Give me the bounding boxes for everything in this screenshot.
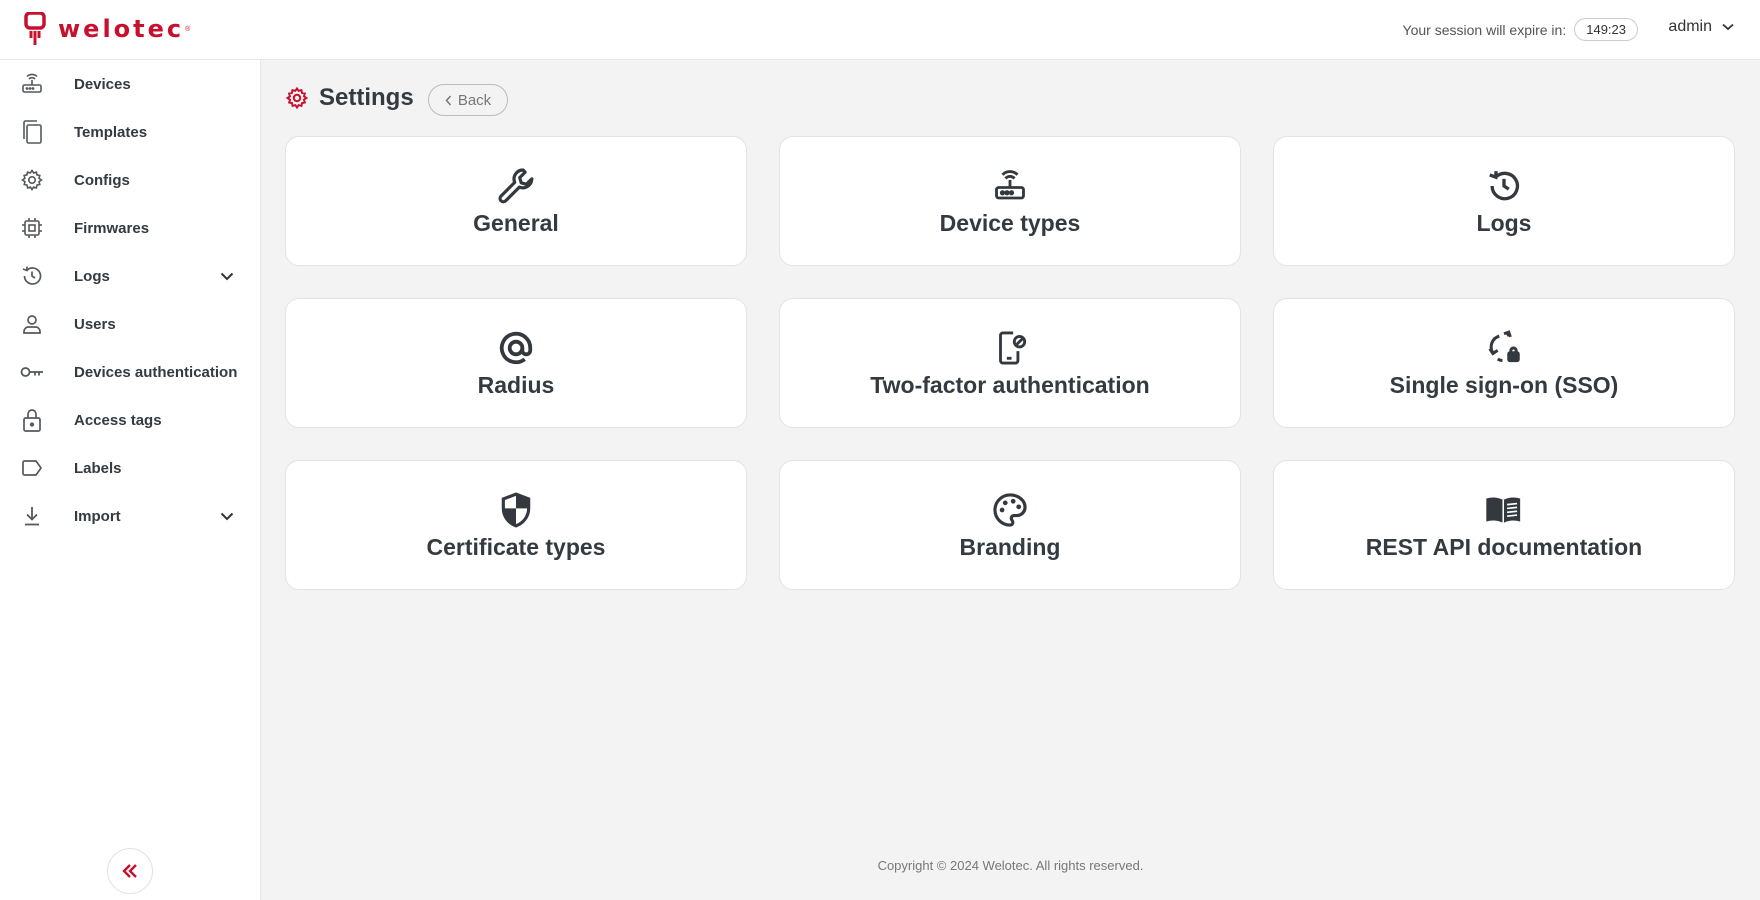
chevron-down-icon[interactable] [220, 512, 234, 521]
settings-card-radius[interactable]: Radius [285, 298, 747, 428]
session-timer: 149:23 [1574, 18, 1638, 41]
phone-lock-icon [990, 328, 1030, 368]
settings-card-branding[interactable]: Branding [779, 460, 1241, 590]
card-label: Two-factor authentication [870, 371, 1150, 398]
label-icon [18, 454, 46, 482]
double-chevron-left-icon [122, 864, 137, 878]
sidebar: Devices Templates Configs Firmwares Logs… [0, 60, 261, 900]
settings-card-certificate-types[interactable]: Certificate types [285, 460, 747, 590]
settings-card-general[interactable]: General [285, 136, 747, 266]
card-label: Device types [939, 209, 1081, 236]
card-label: Logs [1476, 209, 1532, 236]
wrench-icon [496, 166, 536, 206]
chip-icon [18, 214, 46, 242]
page-header: Settings [285, 84, 414, 112]
card-label: Radius [477, 371, 555, 398]
sync-lock-icon [1484, 328, 1524, 368]
card-label: REST API documentation [1365, 533, 1643, 560]
sidebar-item-label: Devices authentication [74, 363, 238, 381]
card-label: Single sign-on (SSO) [1389, 371, 1619, 398]
chevron-left-icon [445, 95, 451, 105]
router-icon [18, 70, 46, 98]
user-name: admin [1668, 18, 1712, 35]
user-menu[interactable]: admin [1668, 18, 1734, 36]
collapse-sidebar-button[interactable] [107, 848, 153, 894]
back-button-label: Back [457, 91, 492, 109]
chevron-down-icon [1722, 23, 1734, 31]
sidebar-item-import[interactable]: Import [0, 494, 260, 538]
back-button[interactable]: Back [428, 84, 508, 116]
page-title: Settings [319, 84, 414, 111]
sidebar-item-label: Templates [74, 123, 148, 141]
sidebar-item-label: Configs [74, 171, 130, 189]
sidebar-item-devices-authentication[interactable]: Devices authentication [0, 350, 260, 394]
sidebar-item-templates[interactable]: Templates [0, 110, 260, 154]
session-label: Your session will expire in: [1402, 21, 1567, 38]
settings-card-single-sign-on[interactable]: Single sign-on (SSO) [1273, 298, 1735, 428]
key-icon [18, 358, 46, 386]
palette-icon [990, 490, 1030, 530]
brand-name: welotec [58, 15, 185, 43]
at-sign-icon [496, 328, 536, 368]
lock-icon [18, 406, 46, 434]
chevron-down-icon[interactable] [220, 272, 234, 281]
history-icon [1484, 166, 1524, 206]
top-bar: welotec ® Your session will expire in: 14… [0, 0, 1760, 60]
sidebar-item-label: Import [74, 507, 121, 525]
history-icon [18, 262, 46, 290]
sidebar-item-label: Access tags [74, 411, 162, 429]
gear-icon [285, 86, 309, 110]
footer-copyright: Copyright © 2024 Welotec. All rights res… [877, 858, 1144, 873]
sidebar-item-label: Logs [74, 267, 110, 285]
sidebar-item-firmwares[interactable]: Firmwares [0, 206, 260, 250]
user-icon [18, 310, 46, 338]
brand-logo[interactable]: welotec ® [24, 12, 190, 46]
card-label: Certificate types [426, 533, 606, 560]
main-content: Settings Back General Device types Logs … [261, 60, 1760, 900]
sidebar-item-label: Users [74, 315, 116, 333]
settings-card-two-factor-authentication[interactable]: Two-factor authentication [779, 298, 1241, 428]
copy-icon [18, 118, 46, 146]
shield-icon [496, 490, 536, 530]
settings-card-device-types[interactable]: Device types [779, 136, 1241, 266]
welotec-logo-icon [24, 12, 46, 45]
sidebar-item-configs[interactable]: Configs [0, 158, 260, 202]
session-info: Your session will expire in: 149:23 [1403, 18, 1638, 41]
settings-card-rest-api-documentation[interactable]: REST API documentation [1273, 460, 1735, 590]
sidebar-item-label: Devices [74, 75, 131, 93]
download-icon [18, 502, 46, 530]
card-label: Branding [959, 533, 1061, 560]
registered-mark: ® [185, 25, 191, 33]
sidebar-item-logs[interactable]: Logs [0, 254, 260, 298]
settings-card-logs[interactable]: Logs [1273, 136, 1735, 266]
sidebar-item-labels[interactable]: Labels [0, 446, 260, 490]
sidebar-item-devices[interactable]: Devices [0, 62, 260, 106]
book-icon [1484, 490, 1524, 530]
sidebar-item-users[interactable]: Users [0, 302, 260, 346]
sidebar-item-access-tags[interactable]: Access tags [0, 398, 260, 442]
router-icon [990, 166, 1030, 206]
sidebar-item-label: Firmwares [74, 219, 150, 237]
sidebar-item-label: Labels [74, 459, 122, 477]
card-label: General [473, 209, 559, 236]
gear-icon [18, 166, 46, 194]
